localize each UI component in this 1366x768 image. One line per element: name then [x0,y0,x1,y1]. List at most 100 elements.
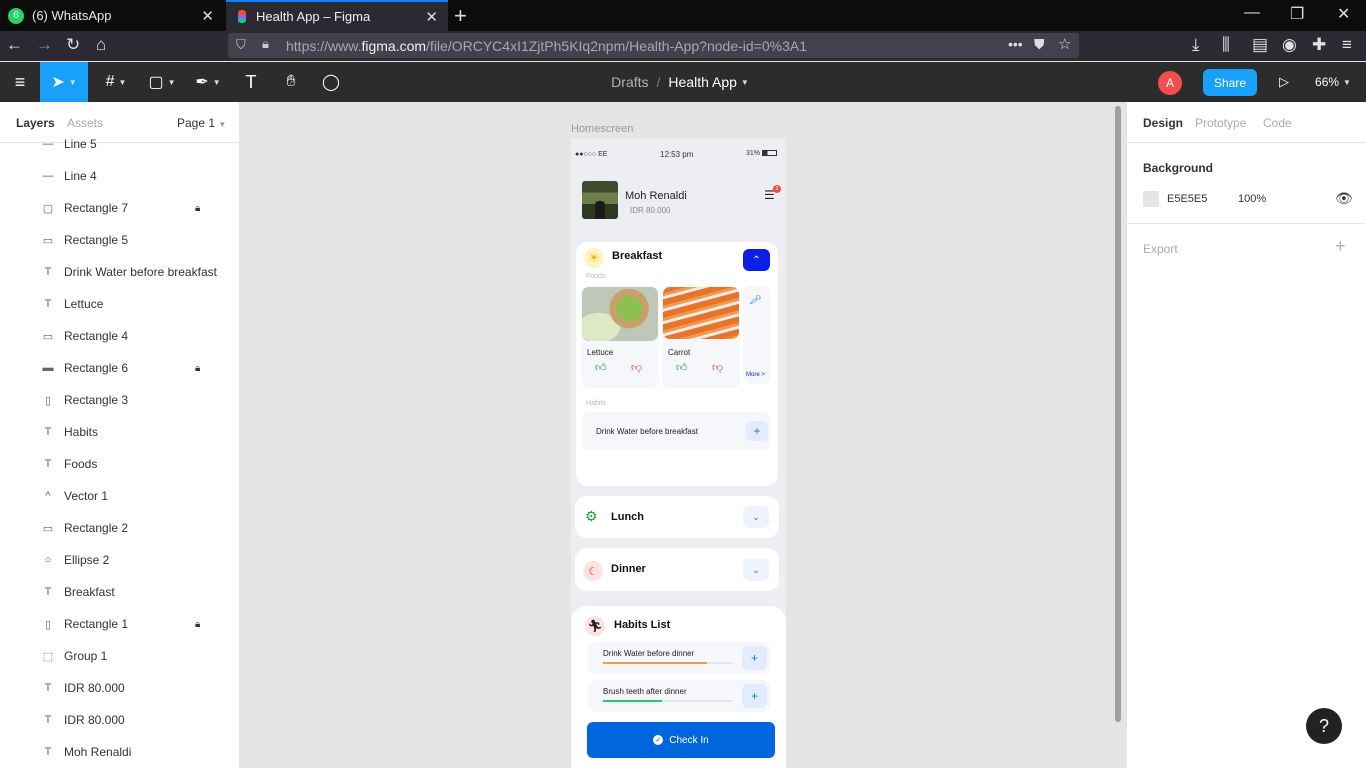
share-button[interactable]: Share [1203,69,1257,96]
lunch-card[interactable]: ⚙ Lunch ⌄ [575,496,779,538]
pocket-icon[interactable]: ⛊ [1034,36,1045,53]
habit-row[interactable]: Drink Water before breakfast + [582,412,770,450]
food-card-lettuce[interactable]: Lettuce 👍︎ 👎︎ [581,286,659,388]
lock-icon[interactable]: 🔒︎ [195,203,200,214]
layer-row[interactable]: T Habits [0,416,239,448]
zoom-dropdown[interactable]: 66% ▼ [1310,62,1356,102]
food-card-carrot[interactable]: Carrot 👍︎ 👎︎ [662,286,740,388]
layer-row[interactable]: ▬ Rectangle 6 🔒︎ [0,352,239,384]
layer-row[interactable]: ▢ Rectangle 7 🔒︎ [0,192,239,224]
check-in-button[interactable]: ✓ Check In [587,722,775,758]
help-button[interactable]: ? [1306,708,1342,744]
text-tool-icon[interactable]: T [236,62,266,102]
tab-code[interactable]: Code [1263,116,1292,130]
background-hex[interactable]: E5E5E5 [1167,193,1207,205]
food-name: Carrot [668,348,691,357]
chevron-down-icon[interactable]: ▼ [741,78,749,87]
layer-row[interactable]: T Foods [0,448,239,480]
forward-icon[interactable]: → [36,35,53,55]
notification-badge: 2 [773,185,781,193]
lock-icon[interactable]: 🔒︎ [262,36,269,52]
account-icon[interactable]: ◉ [1282,35,1297,55]
pen-tool[interactable]: ✒ ▼ [188,62,228,102]
add-export-icon[interactable]: + [1335,236,1346,257]
extensions-icon[interactable]: ✚ [1312,35,1326,55]
restore-icon[interactable]: ❐ [1290,4,1304,24]
layer-row[interactable]: ^ Vector 1 [0,480,239,512]
layer-row[interactable]: T Lettuce [0,288,239,320]
canvas-scrollbar[interactable] [1115,106,1121,722]
frame-tool[interactable]: # ▼ [96,62,136,102]
layer-row[interactable]: T Moh Renaldi [0,736,239,768]
close-tab-icon[interactable]: ✕ [425,8,438,26]
add-habit-button[interactable]: + [746,421,768,441]
expand-dinner-button[interactable]: ⌄ [743,559,769,581]
background-opacity[interactable]: 100% [1238,193,1266,205]
sidebar-icon[interactable]: ▤ [1252,35,1268,55]
background-swatch[interactable] [1143,191,1159,207]
hand-tool-icon[interactable]: ✋︎ [276,62,306,102]
thumbs-up-icon[interactable]: 👍︎ [595,361,607,374]
home-icon[interactable]: ⌂ [96,35,106,55]
layer-row[interactable]: T IDR 80.000 [0,672,239,704]
comment-tool-icon[interactable]: ◯ [316,62,346,102]
layer-row[interactable]: T IDR 80.000 [0,704,239,736]
tab-whatsapp[interactable]: 6 (6) WhatsApp ✕ [0,0,224,31]
layer-row[interactable]: T Breakfast [0,576,239,608]
page-actions-icon[interactable]: ••• [1008,36,1023,52]
thumbs-down-icon[interactable]: 👎︎ [712,361,723,374]
thumbs-down-icon[interactable]: 👎︎ [631,361,642,374]
more-foods-button[interactable]: 🥕︎ More > [743,286,770,384]
close-tab-icon[interactable]: ✕ [201,7,214,25]
layer-row[interactable]: ▭ Rectangle 2 [0,512,239,544]
reload-icon[interactable]: ↻ [66,35,80,55]
layer-row[interactable]: — Line 5 [0,128,239,160]
back-icon[interactable]: ← [6,35,23,55]
thumbs-up-icon[interactable]: 👍︎ [676,361,688,374]
habit-progress-track [603,700,733,702]
download-icon[interactable]: ⤓ [1192,35,1200,55]
dinner-card[interactable]: ☾ Dinner ⌄ [575,548,779,591]
file-name[interactable]: Health App [668,74,737,90]
homescreen-frame[interactable]: ●●○○○ EE 12:53 pm 31% Moh Renaldi IDR 80… [571,138,786,768]
new-tab-icon[interactable]: + [454,3,467,29]
breakfast-card: ☀ Breakfast ⌃ Foods Lettuce 👍︎ 👎︎ Carrot… [576,242,778,486]
minimize-icon[interactable]: — [1244,4,1260,22]
layer-row[interactable]: ▯ Rectangle 3 [0,384,239,416]
rectangle-icon: ▯ [44,394,52,407]
layer-row[interactable]: — Line 4 [0,160,239,192]
frame-label[interactable]: Homescreen [571,123,633,135]
layer-row[interactable]: ▭ Rectangle 4 [0,320,239,352]
breadcrumb-drafts[interactable]: Drafts [611,74,648,90]
eye-icon[interactable]: 👁︎ [1335,190,1353,207]
layer-row[interactable]: ▭ Rectangle 5 [0,224,239,256]
lock-icon[interactable]: 🔒︎ [195,619,200,630]
text-icon: T [44,746,52,758]
layer-row[interactable]: T Drink Water before breakfast [0,256,239,288]
tab-prototype[interactable]: Prototype [1195,116,1246,130]
add-habit-button[interactable]: + [742,646,767,670]
bookmark-star-icon[interactable]: ☆ [1058,35,1071,53]
lock-icon[interactable]: 🔒︎ [195,363,200,374]
layer-row[interactable]: ⬚ Group 1 [0,640,239,672]
habit-item[interactable]: Brush teeth after dinner + [588,680,770,712]
window-close-icon[interactable]: ✕ [1337,4,1350,24]
main-menu-icon[interactable]: ≡ [0,62,40,102]
lettuce-image [582,287,658,341]
library-icon[interactable]: ⫼ [1222,35,1230,55]
browser-menu-icon[interactable]: ≡ [1342,35,1352,55]
tab-design[interactable]: Design [1143,116,1183,130]
layer-row[interactable]: ▯ Rectangle 1 🔒︎ [0,608,239,640]
move-tool[interactable]: ➤ ▼ [40,62,88,102]
present-icon[interactable]: ▷ [1272,62,1296,102]
url-bar[interactable]: ⛉ 🔒︎ https://www.figma.com/file/ORCYC4xI… [228,33,1079,58]
collapse-breakfast-button[interactable]: ⌃ [743,249,770,271]
expand-lunch-button[interactable]: ⌄ [743,506,769,528]
avatar[interactable]: A [1158,71,1182,95]
habit-item[interactable]: Drink Water before dinner + [588,642,770,674]
layer-row[interactable]: ○ Ellipse 2 [0,544,239,576]
shield-icon[interactable]: ⛉ [236,37,246,53]
tab-figma[interactable]: Health App – Figma ✕ [226,0,448,31]
shape-tool[interactable]: ▢ ▼ [142,62,182,102]
add-habit-button[interactable]: + [742,684,767,708]
